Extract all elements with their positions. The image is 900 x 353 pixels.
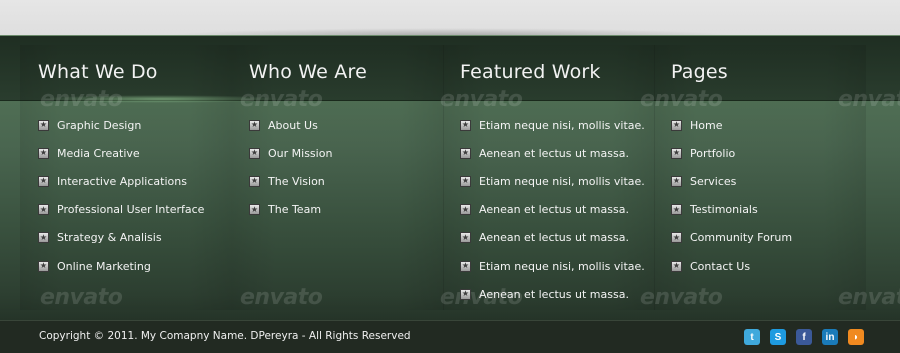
link-label[interactable]: The Team	[268, 203, 321, 216]
envato-watermark: envato	[240, 87, 323, 112]
star-icon: ★	[671, 204, 682, 216]
column-title: Featured Work	[460, 61, 601, 83]
star-icon: ★	[460, 232, 471, 244]
list-item[interactable]: ★ Portfolio	[671, 139, 792, 167]
link-label[interactable]: Aenean et lectus ut massa.	[479, 203, 629, 216]
link-label[interactable]: Strategy & Analisis	[57, 231, 162, 244]
link-label[interactable]: Community Forum	[690, 231, 792, 244]
link-label[interactable]: Aenean et lectus ut massa.	[479, 231, 629, 244]
star-icon: ★	[671, 260, 682, 272]
list-item[interactable]: ★ Etiam neque nisi, mollis vitae.	[460, 167, 645, 195]
link-label[interactable]: Services	[690, 175, 736, 188]
list-item[interactable]: ★ The Vision	[249, 167, 332, 195]
link-label[interactable]: Our Mission	[268, 147, 332, 160]
link-label[interactable]: Media Creative	[57, 147, 140, 160]
rss-icon[interactable]: ◗	[848, 329, 864, 345]
star-icon: ★	[38, 204, 49, 216]
envato-watermark: envato	[640, 285, 723, 310]
star-icon: ★	[38, 260, 49, 272]
list-item[interactable]: ★ About Us	[249, 111, 332, 139]
star-icon: ★	[460, 288, 471, 300]
list-item[interactable]: ★ Testimonials	[671, 196, 792, 224]
star-icon: ★	[38, 147, 49, 159]
envato-watermark: envato	[838, 87, 900, 112]
facebook-icon[interactable]: f	[796, 329, 812, 345]
list-item[interactable]: ★ Aenean et lectus ut massa.	[460, 224, 645, 252]
column-title: What We Do	[38, 61, 158, 83]
star-icon: ★	[38, 175, 49, 187]
list-item[interactable]: ★ Aenean et lectus ut massa.	[460, 139, 645, 167]
list-item[interactable]: ★ Interactive Applications	[38, 167, 204, 195]
link-label[interactable]: Portfolio	[690, 147, 735, 160]
link-list: ★ Graphic Design ★ Media Creative ★ Interac…	[38, 111, 204, 280]
star-icon: ★	[671, 119, 682, 131]
envato-watermark: envato	[640, 87, 723, 112]
bottom-bar: Copyright © 2011. My Comapny Name. DPere…	[0, 320, 900, 353]
list-item[interactable]: ★ Contact Us	[671, 252, 792, 280]
star-icon: ★	[38, 232, 49, 244]
link-label[interactable]: Interactive Applications	[57, 175, 187, 188]
list-item[interactable]: ★ Graphic Design	[38, 111, 204, 139]
star-icon: ★	[460, 147, 471, 159]
link-label[interactable]: About Us	[268, 119, 318, 132]
link-list: ★ Etiam neque nisi, mollis vitae. ★ Aenean…	[460, 111, 645, 308]
list-item[interactable]: ★ Etiam neque nisi, mollis vitae.	[460, 111, 645, 139]
skype-icon[interactable]: S	[770, 329, 786, 345]
list-item[interactable]: ★ Aenean et lectus ut massa.	[460, 196, 645, 224]
star-icon: ★	[460, 204, 471, 216]
star-icon: ★	[38, 119, 49, 131]
list-item[interactable]: ★ Strategy & Analisis	[38, 224, 204, 252]
link-label[interactable]: Contact Us	[690, 260, 750, 273]
star-icon: ★	[249, 204, 260, 216]
link-label[interactable]: Etiam neque nisi, mollis vitae.	[479, 175, 645, 188]
link-label[interactable]: Graphic Design	[57, 119, 141, 132]
star-icon: ★	[249, 119, 260, 131]
envato-watermark: envato	[240, 285, 323, 310]
list-item[interactable]: ★ Services	[671, 167, 792, 195]
star-icon: ★	[249, 147, 260, 159]
link-label[interactable]: Testimonials	[690, 203, 758, 216]
link-label[interactable]: Aenean et lectus ut massa.	[479, 288, 629, 301]
star-icon: ★	[460, 119, 471, 131]
column-title: Who We Are	[249, 61, 367, 83]
list-item[interactable]: ★ Our Mission	[249, 139, 332, 167]
top-strip	[0, 0, 900, 36]
list-item[interactable]: ★ Home	[671, 111, 792, 139]
link-label[interactable]: Home	[690, 119, 722, 132]
link-label[interactable]: Etiam neque nisi, mollis vitae.	[479, 260, 645, 273]
link-label[interactable]: Online Marketing	[57, 260, 151, 273]
list-item[interactable]: ★ Aenean et lectus ut massa.	[460, 280, 645, 308]
envato-watermark: envato	[440, 87, 523, 112]
link-label[interactable]: Professional User Interface	[57, 203, 204, 216]
twitter-icon[interactable]: t	[744, 329, 760, 345]
list-item[interactable]: ★ Media Creative	[38, 139, 204, 167]
star-icon: ★	[671, 147, 682, 159]
column-title: Pages	[671, 61, 728, 83]
star-icon: ★	[249, 175, 260, 187]
star-icon: ★	[460, 175, 471, 187]
list-item[interactable]: ★ Professional User Interface	[38, 196, 204, 224]
footer-main: envato envato envato envato envato envat…	[0, 35, 900, 320]
list-item[interactable]: ★ Community Forum	[671, 224, 792, 252]
star-icon: ★	[460, 260, 471, 272]
link-label[interactable]: Etiam neque nisi, mollis vitae.	[479, 119, 645, 132]
envato-watermark: envato	[40, 87, 123, 112]
social-links: t S f in ◗	[744, 329, 864, 345]
list-item[interactable]: ★ The Team	[249, 196, 332, 224]
link-list: ★ About Us ★ Our Mission ★ The Vision ★ The …	[249, 111, 332, 224]
link-label[interactable]: Aenean et lectus ut massa.	[479, 147, 629, 160]
envato-watermark: envato	[838, 285, 900, 310]
link-list: ★ Home ★ Portfolio ★ Services ★ Testimonials…	[671, 111, 792, 280]
list-item[interactable]: ★ Etiam neque nisi, mollis vitae.	[460, 252, 645, 280]
envato-watermark: envato	[40, 285, 123, 310]
star-icon: ★	[671, 175, 682, 187]
link-label[interactable]: The Vision	[268, 175, 325, 188]
star-icon: ★	[671, 232, 682, 244]
copyright-text: Copyright © 2011. My Comapny Name. DPere…	[39, 330, 411, 342]
linkedin-icon[interactable]: in	[822, 329, 838, 345]
list-item[interactable]: ★ Online Marketing	[38, 252, 204, 280]
